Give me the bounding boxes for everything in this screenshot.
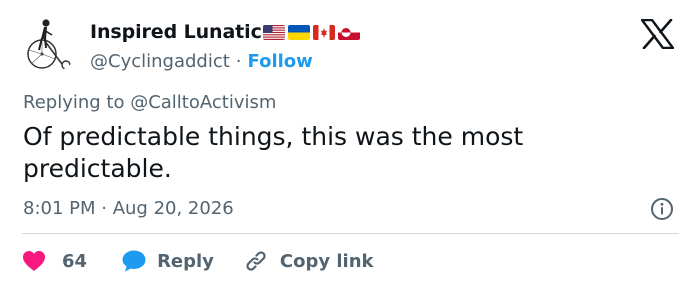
copy-link-label: Copy link bbox=[279, 250, 374, 272]
x-logo-icon[interactable] bbox=[640, 18, 675, 50]
greenland-flag-icon bbox=[337, 24, 360, 40]
user-handle[interactable]: @Cyclingaddict bbox=[90, 51, 230, 72]
reply-label: Reply bbox=[157, 250, 214, 272]
tweet-card: Inspired Lunatic @Cyclingaddict · Follow… bbox=[0, 0, 700, 287]
tweet-date: Aug 20, 2026 bbox=[112, 198, 234, 219]
like-button[interactable]: 64 bbox=[22, 250, 87, 272]
canada-flag-icon bbox=[312, 24, 335, 40]
replying-to-handle[interactable]: @CalltoActivism bbox=[130, 92, 276, 113]
tweet-time: 8:01 PM bbox=[23, 198, 96, 219]
display-name[interactable]: Inspired Lunatic bbox=[90, 21, 262, 43]
heart-icon bbox=[23, 251, 45, 271]
info-icon[interactable] bbox=[650, 197, 674, 221]
replying-to-prefix: Replying to bbox=[23, 92, 131, 113]
handle-separator: · bbox=[235, 50, 242, 72]
avatar[interactable] bbox=[22, 14, 80, 72]
replying-to-line: Replying to @CalltoActivism bbox=[23, 92, 276, 113]
tweet-text: Of predictable things, this was the most… bbox=[23, 122, 524, 183]
timestamp-separator: · bbox=[95, 198, 113, 219]
flag-list bbox=[262, 24, 360, 40]
copy-link-button[interactable]: Copy link bbox=[244, 249, 374, 273]
timestamp[interactable]: 8:01 PM · Aug 20, 2026 bbox=[23, 198, 234, 219]
penny-farthing-icon bbox=[27, 19, 71, 70]
link-icon bbox=[246, 251, 266, 271]
name-row: Inspired Lunatic bbox=[90, 18, 360, 46]
divider bbox=[22, 233, 679, 234]
action-bar: 64 Reply Copy link bbox=[22, 246, 374, 276]
author-block: Inspired Lunatic @Cyclingaddict · Follow bbox=[90, 18, 360, 74]
ukraine-flag-icon bbox=[287, 24, 310, 40]
follow-button[interactable]: Follow bbox=[248, 51, 313, 72]
reply-button[interactable]: Reply bbox=[121, 249, 214, 273]
like-count: 64 bbox=[62, 250, 88, 272]
us-flag-icon bbox=[262, 24, 285, 40]
reply-bubble-icon bbox=[122, 250, 146, 272]
handle-row: @Cyclingaddict · Follow bbox=[90, 48, 360, 74]
